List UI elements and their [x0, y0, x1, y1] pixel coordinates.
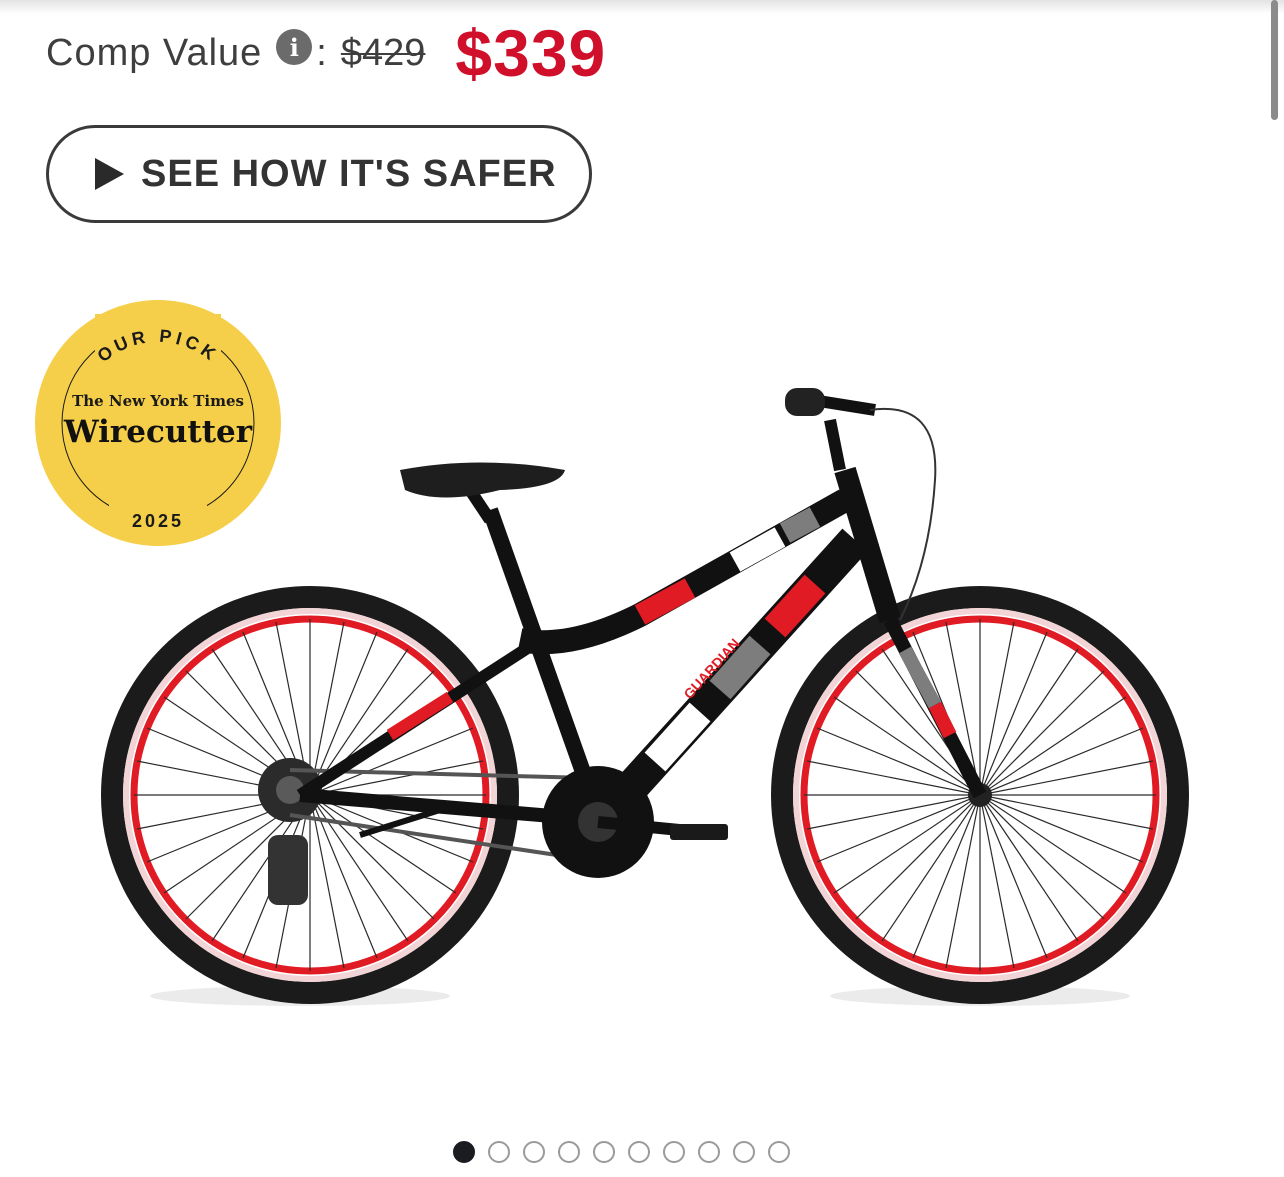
colon: :: [316, 31, 327, 74]
play-icon: [95, 158, 124, 190]
bike-image: GUARDIAN: [101, 388, 1189, 1006]
carousel-dot[interactable]: [523, 1141, 545, 1163]
info-icon[interactable]: i: [276, 29, 313, 65]
price-row: Comp Value i : $429 $339: [46, 16, 607, 90]
carousel-dot[interactable]: [663, 1141, 685, 1163]
header-shadow: [0, 0, 1284, 14]
sale-price: $339: [455, 16, 607, 90]
carousel-dots: [453, 1141, 790, 1163]
comp-value-label: Comp Value: [46, 31, 263, 74]
carousel-dot[interactable]: [558, 1141, 580, 1163]
carousel-dot[interactable]: [628, 1141, 650, 1163]
carousel-dot[interactable]: [768, 1141, 790, 1163]
carousel-dot[interactable]: [698, 1141, 720, 1163]
carousel-dot[interactable]: [453, 1141, 475, 1163]
carousel-dot[interactable]: [488, 1141, 510, 1163]
carousel-dot[interactable]: [593, 1141, 615, 1163]
scrollbar[interactable]: [1271, 0, 1278, 120]
original-price: $429: [340, 31, 426, 74]
carousel-dot[interactable]: [733, 1141, 755, 1163]
see-how-safer-label: SEE HOW IT'S SAFER: [141, 152, 557, 195]
see-how-safer-button[interactable]: SEE HOW IT'S SAFER: [46, 125, 592, 223]
